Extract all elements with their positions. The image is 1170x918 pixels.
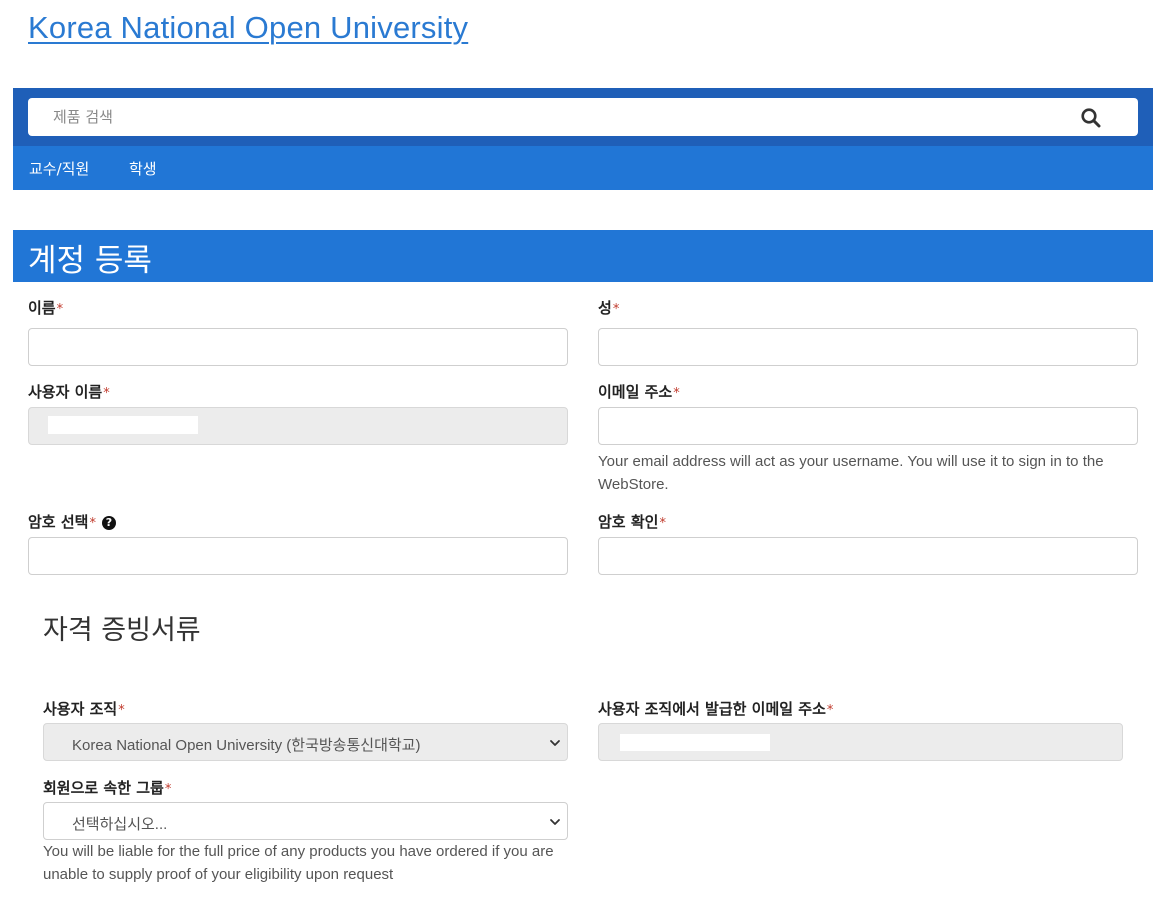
password-confirm-label: 암호 확인* [598,511,666,532]
first-name-label: 이름* [28,297,63,318]
email-label: 이메일 주소* [598,381,680,402]
org-email-label-text: 사용자 조직에서 발급한 이메일 주소 [598,700,826,718]
site-title-link[interactable]: Korea National Open University [28,10,468,46]
org-email-label: 사용자 조직에서 발급한 이메일 주소* [598,698,833,719]
last-name-label: 성* [598,297,619,318]
organization-select-value: Korea National Open University (한국방송통신대학… [72,737,421,754]
email-input[interactable] [598,407,1138,445]
main-nav: 교수/직원 학생 [13,146,1153,190]
required-mark: * [826,703,834,718]
organization-select: Korea National Open University (한국방송통신대학… [43,723,568,761]
required-mark: * [118,703,125,718]
redacted-username [48,416,198,434]
group-select-value: 선택하십시오... [72,816,168,833]
first-name-label-text: 이름 [28,299,56,317]
last-name-label-text: 성 [598,299,612,317]
nav-item-faculty-staff[interactable]: 교수/직원 [29,158,89,179]
nav-item-students[interactable]: 학생 [129,158,157,179]
password-input[interactable] [28,537,568,575]
search-box [28,98,1138,136]
question-circle-icon[interactable]: ? [101,515,116,530]
email-label-text: 이메일 주소 [598,383,673,401]
password-label-text: 암호 선택 [28,513,89,531]
group-label-text: 회원으로 속한 그룹 [43,779,164,797]
organization-label: 사용자 조직* [43,698,125,719]
group-label: 회원으로 속한 그룹* [43,777,171,798]
organization-label-text: 사용자 조직 [43,700,118,718]
page-title: 계정 등록 [28,243,152,279]
chevron-down-icon [550,740,560,746]
username-label-text: 사용자 이름 [28,383,103,401]
group-select[interactable]: 선택하십시오... [43,802,568,840]
required-mark: * [56,302,64,317]
required-mark: * [659,516,666,531]
chevron-down-icon [550,819,560,825]
search-icon[interactable] [1080,107,1102,129]
username-label: 사용자 이름* [28,381,110,402]
search-input[interactable] [28,98,1068,136]
credentials-section-title: 자격 증빙서류 [43,615,201,646]
required-mark: * [673,386,680,401]
required-mark: * [89,516,96,531]
search-bar [13,88,1153,146]
password-label: 암호 선택*? [28,511,116,532]
first-name-input[interactable] [28,328,568,366]
liability-note: You will be liable for the full price of… [43,843,554,883]
password-confirm-label-text: 암호 확인 [598,513,659,531]
last-name-input[interactable] [598,328,1138,366]
required-mark: * [103,386,110,401]
password-confirm-input[interactable] [598,537,1138,575]
required-mark: * [164,782,172,797]
email-help-text: Your email address will act as your user… [598,453,1104,493]
redacted-org-email [620,734,770,751]
page-header: 계정 등록 [13,230,1153,282]
required-mark: * [612,302,620,317]
